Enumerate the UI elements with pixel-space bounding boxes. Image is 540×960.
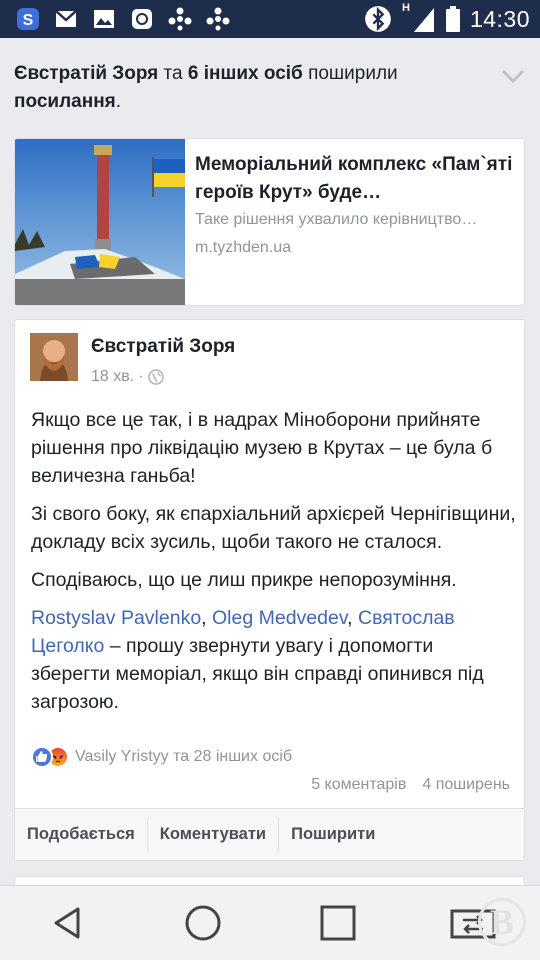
post-card: Євстратій Зоря 18 хв. · Якщо все це так,…	[14, 319, 525, 861]
post-meta: 18 хв. ·	[91, 368, 164, 386]
link-domain: m.tyzhden.ua	[195, 239, 292, 256]
svg-text:S: S	[23, 12, 34, 29]
mention-separator: ,	[347, 607, 358, 629]
recents-icon	[320, 905, 355, 941]
post-actions-bar: Подобається Коментувати Поширити	[15, 808, 524, 860]
android-nav-bar	[0, 885, 540, 960]
avatar[interactable]	[30, 333, 78, 381]
share-story-header: Євстратій Зоря та 6 інших осіб поширили …	[14, 60, 494, 116]
home-icon	[185, 905, 220, 941]
shared-object-label: посилання	[14, 91, 116, 112]
share-verb: поширили	[302, 63, 398, 84]
share-conj: та	[158, 63, 188, 84]
watermark-logo: В	[478, 898, 526, 946]
post-paragraph: Зі свого боку, як єпархіальний архієрей …	[31, 503, 516, 553]
post-paragraph-mentions: Rostyslav Pavlenko, Oleg Medvedev, Свято…	[31, 604, 517, 716]
chevron-down-icon[interactable]	[500, 66, 526, 86]
post-stats: 5 коментарів 4 поширень	[311, 776, 510, 794]
post-paragraph: Сподіваюсь, що це лиш прикре непорозумін…	[31, 569, 457, 591]
signal-icon: H	[402, 2, 436, 34]
recents-button[interactable]	[308, 893, 368, 953]
share-period: .	[115, 91, 122, 112]
mention-link[interactable]: Oleg Medvedev	[212, 607, 347, 629]
pinwheel-icon	[168, 7, 192, 31]
gallery-icon	[94, 10, 114, 28]
reactions-summary[interactable]: Vasily Yristyy та 28 інших осіб	[31, 746, 292, 768]
comments-count[interactable]: 5 коментарів	[311, 776, 406, 794]
shares-count[interactable]: 4 поширень	[422, 776, 510, 794]
pinwheel-icon	[206, 7, 230, 31]
bluetooth-icon	[365, 6, 391, 32]
clock: 14:30	[469, 5, 530, 32]
comment-button[interactable]: Коментувати	[148, 818, 278, 852]
meta-separator: ·	[138, 368, 144, 385]
status-bar: S H 14:30	[0, 0, 540, 38]
link-title[interactable]: Меморіальний комплекс «Пам`яті героїв Кр…	[195, 151, 515, 207]
link-description: Таке рішення ухвалило керівництво…	[195, 211, 478, 228]
gmail-icon	[55, 10, 77, 27]
like-button[interactable]: Подобається	[15, 818, 147, 852]
memorial-photo	[15, 139, 185, 305]
post-author-name[interactable]: Євстратій Зоря	[91, 336, 235, 358]
other-sharers-link[interactable]: 6 інших осіб	[188, 63, 303, 84]
link-preview-card[interactable]: Меморіальний комплекс «Пам`яті героїв Кр…	[14, 138, 525, 306]
home-button[interactable]	[173, 893, 233, 953]
reactions-text[interactable]: Vasily Yristyy та 28 інших осіб	[75, 748, 292, 766]
viber-icon	[132, 9, 152, 29]
author-avatar-image	[30, 333, 78, 381]
mention-separator: ,	[201, 607, 213, 629]
globe-icon	[147, 369, 164, 385]
back-button[interactable]	[38, 893, 98, 953]
post-paragraph: Якщо все це так, і в надрах Міноборони п…	[31, 409, 493, 487]
mention-link[interactable]: Rostyslav Pavlenko	[31, 607, 201, 629]
battery-icon	[445, 6, 460, 32]
s-app-icon: S	[17, 8, 39, 30]
sharer-name[interactable]: Євстратій Зоря	[14, 63, 158, 84]
back-icon	[54, 907, 79, 939]
post-timestamp[interactable]: 18 хв.	[91, 368, 134, 386]
post-body: Якщо все це так, і в надрах Міноборони п…	[31, 406, 517, 726]
like-reaction-icon	[31, 746, 53, 768]
share-button[interactable]: Поширити	[279, 818, 387, 852]
